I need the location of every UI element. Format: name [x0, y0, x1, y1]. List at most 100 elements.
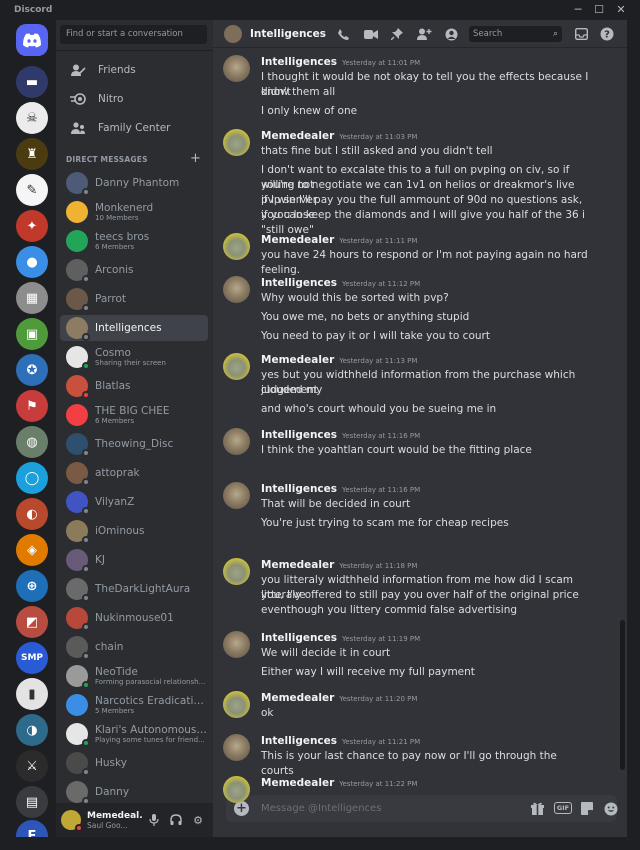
- server-pixel-server[interactable]: ▦: [16, 282, 48, 314]
- dm-item[interactable]: teecs bros 6 Members: [60, 228, 208, 254]
- message-author[interactable]: Intelligences: [261, 56, 337, 68]
- dm-item[interactable]: Husky: [60, 750, 208, 776]
- message-author[interactable]: Intelligences: [261, 483, 337, 495]
- message-author[interactable]: Intelligences: [261, 632, 337, 644]
- dm-item[interactable]: Narcotics Eradication... 5 Members: [60, 692, 208, 718]
- server-sketch-server[interactable]: ✎: [16, 174, 48, 206]
- server-folder[interactable]: ▬: [16, 66, 48, 98]
- dm-item[interactable]: Nukinmouse01: [60, 605, 208, 631]
- message-avatar[interactable]: [223, 734, 250, 761]
- dm-item[interactable]: Theowing_Disc: [60, 431, 208, 457]
- dm-item[interactable]: attoprak: [60, 460, 208, 486]
- headset-icon[interactable]: [165, 814, 187, 826]
- dm-item[interactable]: chain: [60, 634, 208, 660]
- dm-item[interactable]: THE BIG CHEE 6 Members: [60, 402, 208, 428]
- message-avatar[interactable]: [223, 55, 250, 82]
- server-planet-server[interactable]: ◐: [16, 498, 48, 530]
- server-compass-server[interactable]: ✦: [16, 210, 48, 242]
- message-author[interactable]: Intelligences: [261, 735, 337, 747]
- message-author[interactable]: Memedealer: [261, 234, 334, 246]
- dm-item[interactable]: VilyanZ: [60, 489, 208, 515]
- message-avatar[interactable]: [223, 558, 250, 585]
- server-map-server[interactable]: ◩: [16, 606, 48, 638]
- server-circle-server[interactable]: ◯: [16, 462, 48, 494]
- header-search-input[interactable]: Search ⌕: [469, 26, 562, 42]
- maximize-button[interactable]: ☐: [590, 2, 608, 18]
- message-avatar[interactable]: [223, 631, 250, 658]
- gift-icon[interactable]: [529, 801, 545, 816]
- message-input[interactable]: Message @Intelligences: [261, 795, 381, 822]
- upload-plus-icon[interactable]: +: [234, 801, 249, 816]
- dm-item[interactable]: Danny: [60, 779, 208, 805]
- dm-item[interactable]: Arconis: [60, 257, 208, 283]
- dm-avatar: [66, 404, 88, 426]
- add-friend-icon[interactable]: [416, 26, 432, 42]
- server-home[interactable]: [16, 24, 48, 56]
- microphone-icon[interactable]: [143, 814, 165, 826]
- message-avatar[interactable]: [223, 129, 250, 156]
- server-half-server[interactable]: ◑: [16, 714, 48, 746]
- server-compass-blue[interactable]: ✪: [16, 354, 48, 386]
- message-author[interactable]: Memedealer: [261, 130, 334, 142]
- server-gold-crest[interactable]: ♜: [16, 138, 48, 170]
- user-avatar[interactable]: [61, 810, 83, 832]
- dm-item[interactable]: iOminous: [60, 518, 208, 544]
- gif-button[interactable]: GIF: [554, 802, 572, 814]
- emoji-icon[interactable]: [603, 801, 619, 816]
- server-letter-e-server[interactable]: E: [16, 820, 48, 837]
- pin-icon[interactable]: [389, 26, 405, 42]
- server-smp-server[interactable]: SMP: [16, 642, 48, 674]
- dm-item[interactable]: Cosmo Sharing their screen: [60, 344, 208, 370]
- message-avatar[interactable]: [223, 776, 250, 803]
- message-avatar[interactable]: [223, 233, 250, 260]
- nav-friends[interactable]: Friends: [60, 57, 208, 83]
- message-author[interactable]: Memedealer: [261, 559, 334, 571]
- server-folder-group[interactable]: ▤: [16, 786, 48, 818]
- dm-item[interactable]: KJ: [60, 547, 208, 573]
- server-tricolor-server[interactable]: ▮: [16, 678, 48, 710]
- profile-icon[interactable]: [443, 26, 459, 42]
- server-skull-server[interactable]: ☠: [16, 102, 48, 134]
- dm-item[interactable]: TheDarkLightAura: [60, 576, 208, 602]
- message-avatar[interactable]: [223, 482, 250, 509]
- chat-scrollbar[interactable]: [620, 620, 625, 770]
- server-blue-server[interactable]: ●: [16, 246, 48, 278]
- voice-call-icon[interactable]: [335, 26, 351, 42]
- dm-item[interactable]: Danny Phantom: [60, 170, 208, 196]
- message-author[interactable]: Memedealer: [261, 692, 334, 704]
- dm-item[interactable]: NeoTide Forming parasocial relationsh...: [60, 663, 208, 689]
- create-dm-button[interactable]: +: [190, 151, 201, 166]
- dm-item[interactable]: Klari's Autonomous B... Playing some tune…: [60, 721, 208, 747]
- settings-gear-icon[interactable]: ⚙: [187, 814, 209, 827]
- server-rainbow-server[interactable]: ◈: [16, 534, 48, 566]
- message-avatar[interactable]: [223, 353, 250, 380]
- message-author[interactable]: Intelligences: [261, 429, 337, 441]
- message-author[interactable]: Memedealer: [261, 777, 334, 789]
- close-button[interactable]: ✕: [612, 2, 630, 18]
- server-icon: ⚔: [26, 758, 38, 774]
- dm-item[interactable]: Monkenerd 10 Members: [60, 199, 208, 225]
- minimize-button[interactable]: ─: [569, 2, 587, 18]
- server-minecraft-server[interactable]: ▣: [16, 318, 48, 350]
- dm-item[interactable]: Parrot: [60, 286, 208, 312]
- dm-item[interactable]: Intelligences: [60, 315, 208, 341]
- find-conversation-input[interactable]: Find or start a conversation: [60, 25, 207, 44]
- video-call-icon[interactable]: [363, 26, 379, 42]
- message-avatar[interactable]: [223, 276, 250, 303]
- sticker-icon[interactable]: [579, 801, 595, 816]
- dm-item[interactable]: Blatlas: [60, 373, 208, 399]
- message-avatar[interactable]: [223, 691, 250, 718]
- inbox-icon[interactable]: [573, 26, 589, 42]
- nav-family-center[interactable]: Family Center: [60, 115, 208, 141]
- server-earth-server[interactable]: ◍: [16, 426, 48, 458]
- server-strongholds-server[interactable]: ⚔: [16, 750, 48, 782]
- server-flags-server[interactable]: ⚑: [16, 390, 48, 422]
- message-composer[interactable]: + Message @Intelligences GIF: [226, 795, 619, 822]
- help-icon[interactable]: ?: [599, 26, 615, 42]
- message-author[interactable]: Memedealer: [261, 354, 334, 366]
- message-avatar[interactable]: [223, 428, 250, 455]
- message-author[interactable]: Intelligences: [261, 277, 337, 289]
- server-globe-server[interactable]: ⊕: [16, 570, 48, 602]
- nav-nitro[interactable]: Nitro: [60, 86, 208, 112]
- dm-avatar: [66, 520, 90, 544]
